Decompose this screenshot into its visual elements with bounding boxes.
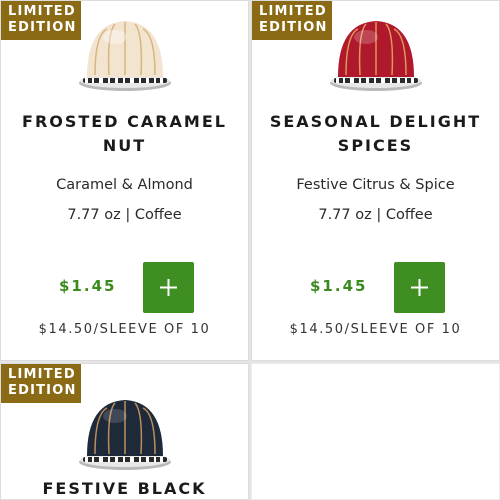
capsule-rim-pattern: [82, 457, 167, 462]
size-and-type: 7.77 oz | Coffee: [318, 207, 433, 223]
size-and-type: 7.77 oz | Coffee: [67, 207, 182, 223]
product-grid: LIMITED EDITION FROSTED CARAMEL NUT Cara…: [0, 0, 500, 500]
product-name-line-1: FROSTED CARAMEL: [22, 112, 227, 131]
unit-price: $1.45: [59, 277, 117, 295]
plus-icon: [411, 279, 428, 296]
capsule-rim-pattern: [333, 78, 418, 83]
badge-line-2: EDITION: [8, 383, 77, 398]
capsule-image[interactable]: [328, 9, 424, 93]
plus-icon: [160, 279, 177, 296]
product-card[interactable]: LIMITED EDITION: [0, 363, 249, 500]
badge-line-1: LIMITED: [259, 4, 327, 19]
limited-edition-badge: LIMITED EDITION: [1, 364, 81, 403]
product-name-line-2: NUT: [102, 136, 147, 155]
capsule-rim-pattern: [82, 78, 167, 83]
capsule-image[interactable]: [77, 9, 173, 93]
capsule-image[interactable]: [77, 388, 173, 472]
empty-grid-cell: [251, 363, 500, 500]
add-to-cart-button[interactable]: [394, 262, 445, 313]
product-name[interactable]: FROSTED CARAMEL NUT: [1, 110, 248, 158]
product-card[interactable]: LIMITED EDITION: [0, 0, 249, 361]
product-name[interactable]: FESTIVE BLACK: [1, 479, 248, 498]
flavor-notes: Festive Citrus & Spice: [296, 177, 455, 193]
badge-line-2: EDITION: [259, 20, 328, 35]
badge-line-1: LIMITED: [8, 367, 76, 382]
product-name[interactable]: SEASONAL DELIGHT SPICES: [252, 110, 499, 158]
product-card[interactable]: LIMITED EDITION: [251, 0, 500, 361]
flavor-notes: Caramel & Almond: [56, 177, 193, 193]
unit-price: $1.45: [310, 277, 368, 295]
sleeve-price: $14.50/SLEEVE OF 10: [38, 322, 211, 337]
limited-edition-badge: LIMITED EDITION: [252, 1, 332, 40]
badge-line-2: EDITION: [8, 20, 77, 35]
product-name-line-1: SEASONAL DELIGHT: [269, 112, 482, 131]
add-to-cart-button[interactable]: [143, 262, 194, 313]
badge-line-1: LIMITED: [8, 4, 76, 19]
product-name-line-2: SPICES: [337, 136, 414, 155]
limited-edition-badge: LIMITED EDITION: [1, 1, 81, 40]
sleeve-price: $14.50/SLEEVE OF 10: [289, 322, 462, 337]
